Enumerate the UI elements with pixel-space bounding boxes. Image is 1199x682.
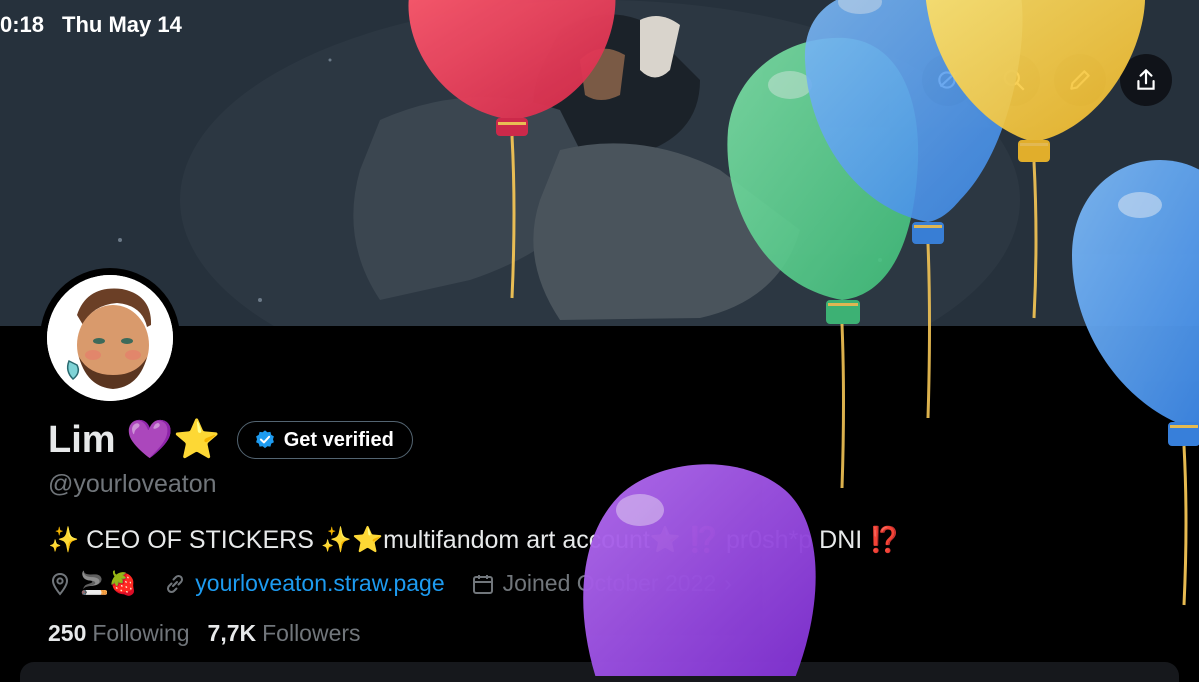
- display-name: Lim 💜⭐: [48, 419, 221, 461]
- avatar[interactable]: [40, 268, 180, 408]
- chevron-right-icon[interactable]: ›: [724, 570, 732, 597]
- profile-meta: 🚬🍓 yourloveaton.straw.page Joined Octobe…: [48, 570, 758, 597]
- website-item: yourloveaton.straw.page: [163, 570, 445, 597]
- profile-bio: ✨ CEO OF STICKERS ✨⭐multifandom art acco…: [48, 526, 901, 554]
- location-item: 🚬🍓: [48, 570, 137, 597]
- following-count: 250: [48, 620, 87, 646]
- get-verified-button[interactable]: Get verified: [236, 421, 413, 459]
- profile-handle: @yourloveaton: [48, 470, 217, 498]
- followers-stat[interactable]: 7,7K Followers: [208, 620, 361, 647]
- get-verified-label: Get verified: [283, 428, 394, 451]
- following-label: Following: [92, 620, 190, 646]
- link-icon: [167, 574, 184, 593]
- status-time: 0:18: [0, 12, 45, 37]
- joined-item: Joined October 2022 ›: [471, 570, 732, 597]
- edit-profile-button[interactable]: [1054, 54, 1106, 106]
- name-row: Lim 💜⭐ Get verified: [48, 418, 413, 462]
- profile-banner[interactable]: 0:18 Thu May 14: [0, 0, 1199, 326]
- follow-stats: 250 Following 7,7K Followers: [48, 620, 361, 647]
- avatar-illustration: [47, 275, 173, 401]
- edit-pencil-icon: [1070, 70, 1090, 90]
- followers-count: 7,7K: [207, 620, 257, 646]
- calendar-icon: [472, 574, 493, 594]
- following-stat[interactable]: 250 Following: [48, 620, 190, 647]
- location-pin-icon: [51, 572, 69, 596]
- search-button[interactable]: [988, 54, 1040, 106]
- search-globe-icon: [938, 71, 957, 89]
- location-text: 🚬🍓: [80, 570, 138, 596]
- share-icon: [1137, 69, 1155, 90]
- followers-label: Followers: [262, 620, 361, 646]
- status-date: Thu May 14: [62, 12, 182, 37]
- search-icon: [1003, 69, 1025, 91]
- share-button[interactable]: [1120, 54, 1172, 106]
- website-link[interactable]: yourloveaton.straw.page: [195, 570, 444, 597]
- grok-button[interactable]: [922, 54, 974, 106]
- status-bar: 0:18 Thu May 14: [0, 12, 182, 38]
- verified-badge-icon: [255, 430, 274, 449]
- content-card-edge: [20, 662, 1179, 682]
- joined-text: Joined October 2022: [502, 570, 717, 596]
- banner-artwork: [0, 0, 1199, 326]
